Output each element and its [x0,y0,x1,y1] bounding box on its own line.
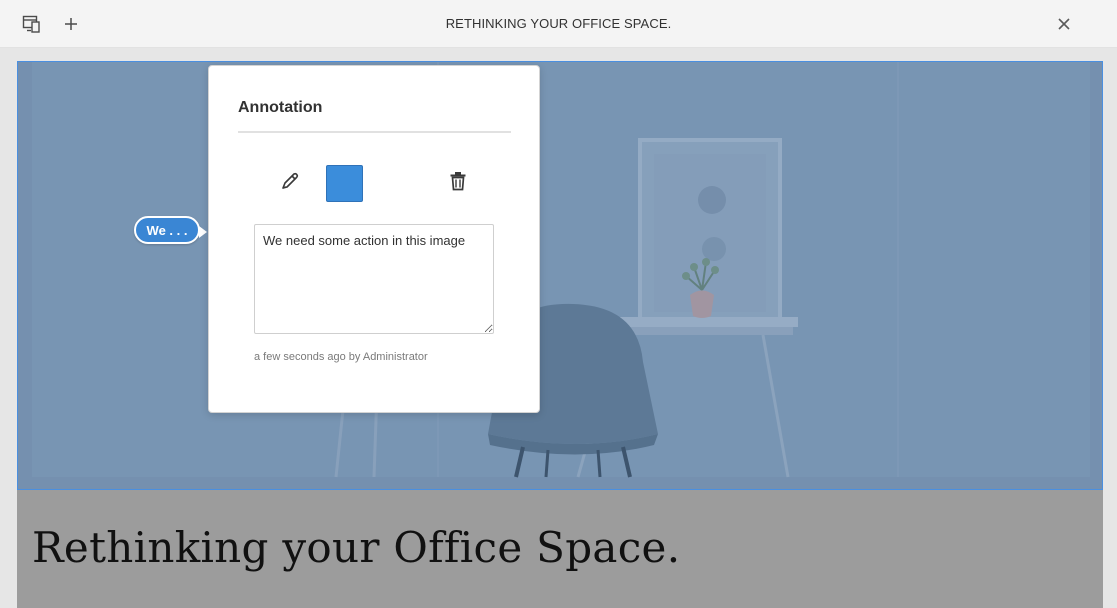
annotation-text-field[interactable]: We need some action in this image [254,224,494,334]
divider [238,131,511,133]
page-heading: Rethinking your Office Space. [32,523,681,572]
hero-image-component[interactable] [17,61,1103,490]
color-swatch[interactable] [326,165,363,202]
annotation-meta: a few seconds ago by Administrator [254,351,428,363]
top-toolbar: RETHINKING YOUR OFFICE SPACE. [0,0,1117,48]
selection-overlay [18,62,1102,489]
annotation-popover: Annotation We need some action in this i… [208,65,540,413]
page-title: RETHINKING YOUR OFFICE SPACE. [445,16,672,31]
annotation-marker-pointer [199,226,207,238]
annotation-title: Annotation [238,99,323,116]
pen-icon[interactable] [279,170,301,192]
annotation-marker[interactable]: We . . . [134,216,200,244]
trash-icon[interactable] [449,171,467,191]
close-icon[interactable] [1052,12,1076,36]
page-canvas: Rethinking your Office Space. [17,61,1103,608]
